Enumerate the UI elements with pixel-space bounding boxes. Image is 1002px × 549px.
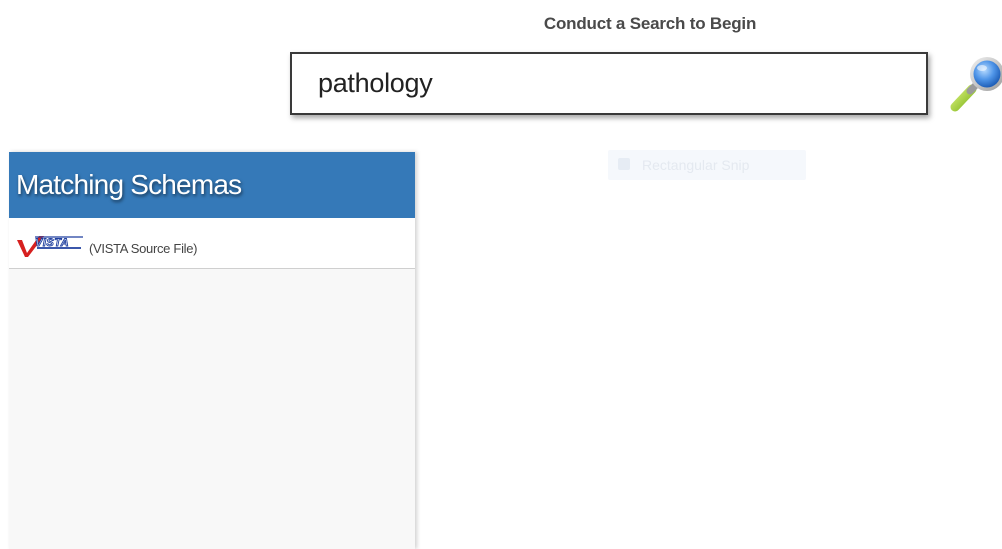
result-label: (VISTA Source File)	[89, 241, 198, 256]
search-box[interactable]	[290, 52, 928, 115]
snip-overlay-label: Rectangular Snip	[642, 157, 750, 173]
matching-schemas-panel: Matching Schemas VISTA (VISTA Source Fil…	[9, 152, 415, 549]
panel-header: Matching Schemas	[9, 152, 415, 218]
list-item[interactable]: VISTA (VISTA Source File)	[9, 218, 415, 269]
vista-logo-icon: VISTA	[17, 236, 83, 257]
magnifier-search-icon[interactable]	[946, 52, 1002, 114]
search-page: Conduct a Search to Begin pathology Rect…	[0, 0, 1002, 549]
search-heading: Conduct a Search to Begin	[543, 14, 757, 33]
search-input[interactable]	[292, 54, 926, 113]
panel-title: Matching Schemas	[16, 169, 242, 200]
search-button[interactable]	[946, 52, 1002, 114]
snip-overlay: Rectangular Snip	[608, 150, 806, 180]
scissors-icon	[618, 158, 630, 170]
